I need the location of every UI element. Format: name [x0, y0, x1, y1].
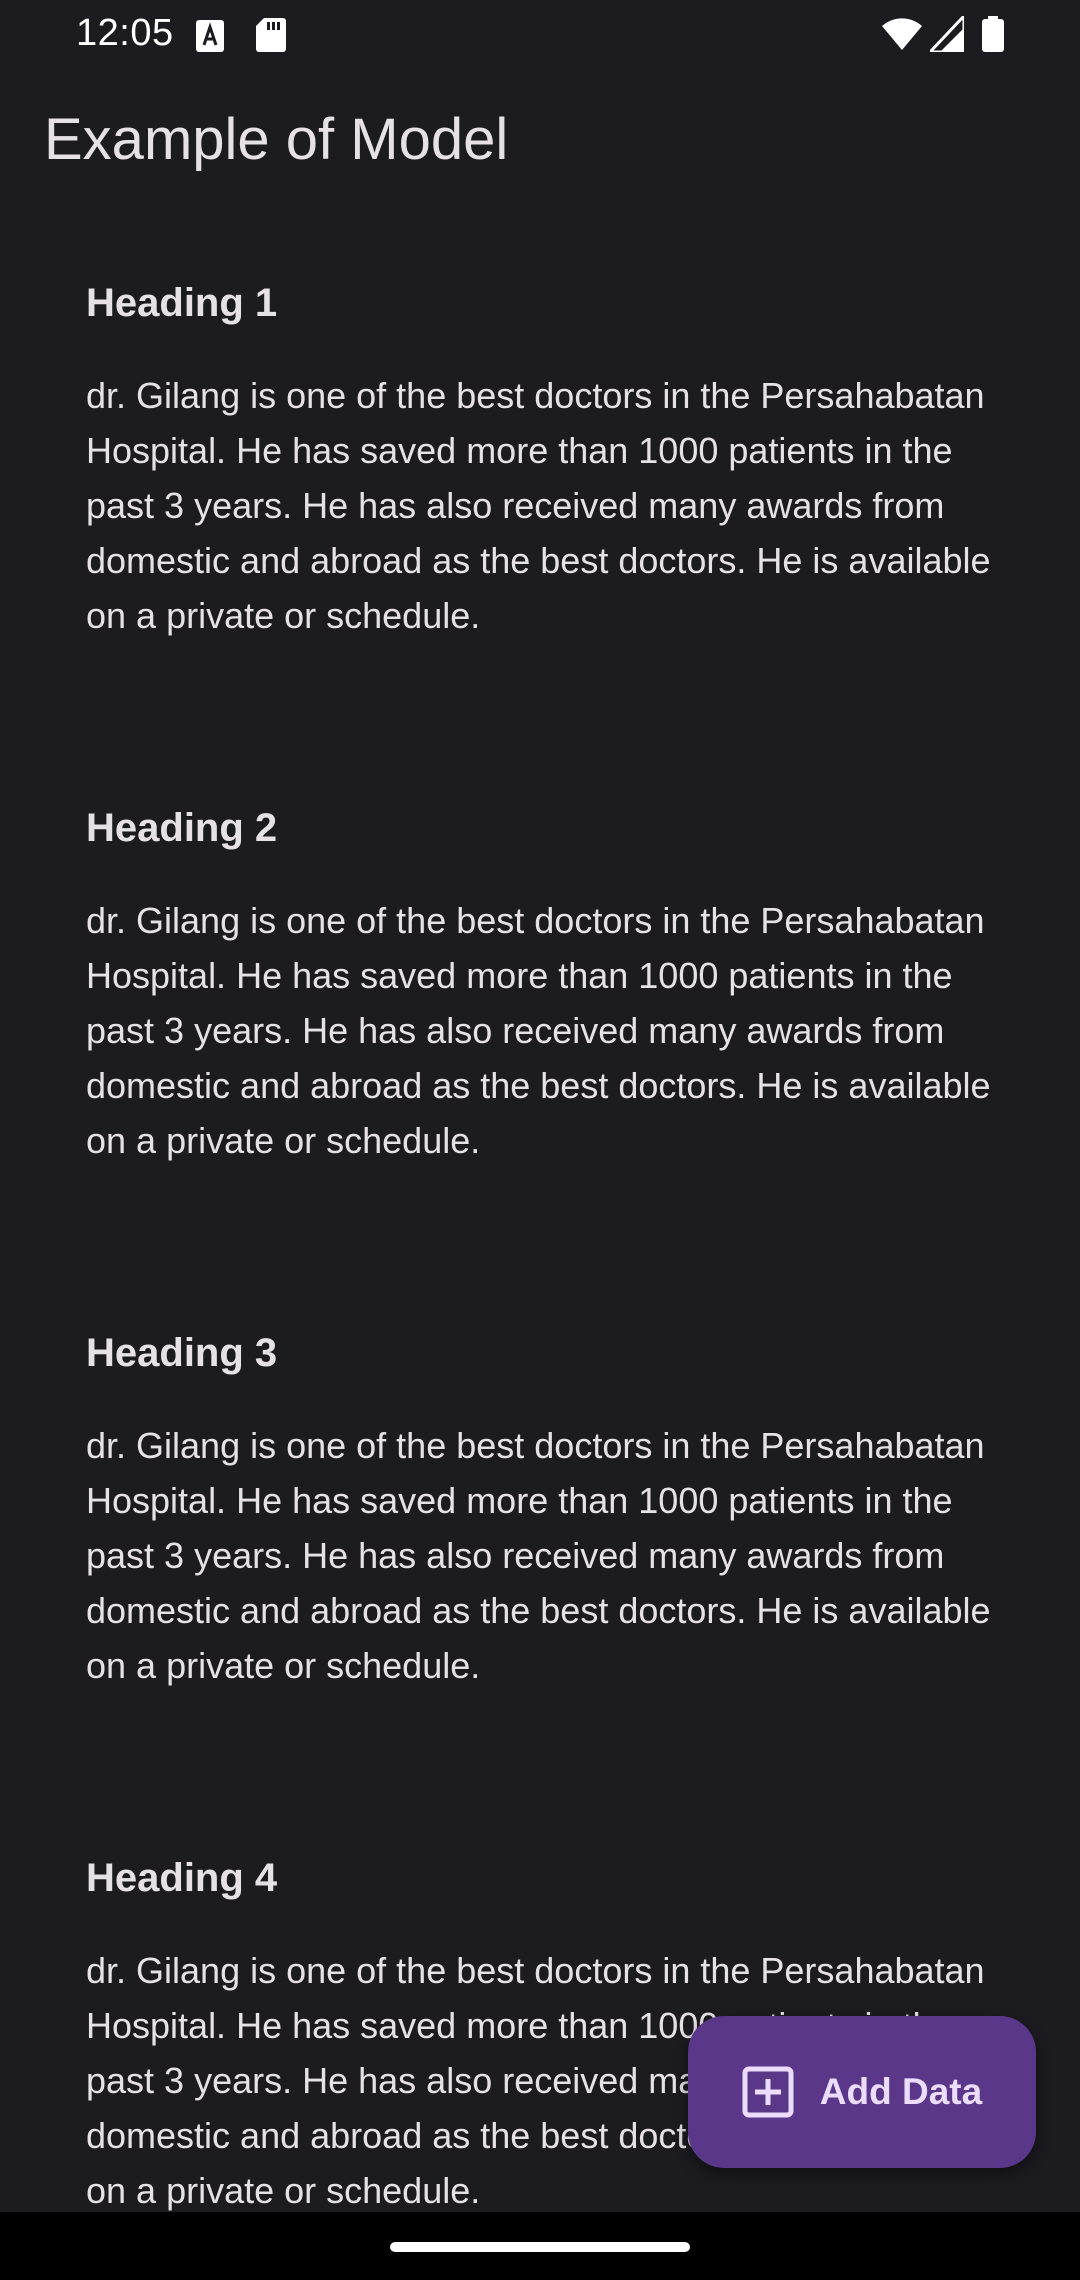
wifi-icon — [882, 18, 922, 50]
add-data-label: Add Data — [819, 2071, 983, 2112]
add-box-icon — [742, 2066, 794, 2118]
list-item[interactable]: Heading 2 dr. Gilang is one of the best … — [86, 803, 1006, 1168]
item-heading: Heading 1 — [86, 281, 278, 325]
battery-icon — [982, 16, 1004, 52]
page-title: Example of Model — [44, 107, 509, 172]
font-a-icon — [196, 20, 224, 52]
list-item[interactable]: Heading 3 dr. Gilang is one of the best … — [86, 1328, 1006, 1693]
status-bar: 12:05 — [0, 0, 1080, 72]
status-time: 12:05 — [76, 12, 174, 54]
item-body: dr. Gilang is one of the best doctors in… — [86, 1425, 991, 1686]
item-body: dr. Gilang is one of the best doctors in… — [86, 375, 991, 636]
item-heading: Heading 2 — [86, 806, 278, 850]
add-data-button[interactable]: Add Data — [688, 2016, 1036, 2168]
list-item[interactable]: Heading 1 dr. Gilang is one of the best … — [86, 278, 1006, 643]
item-body: dr. Gilang is one of the best doctors in… — [86, 900, 991, 1161]
item-heading: Heading 4 — [86, 1856, 278, 1900]
item-heading: Heading 3 — [86, 1331, 278, 1375]
home-gesture-handle[interactable] — [390, 2242, 690, 2252]
app-screen: 12:05 Example of Model Heading 1 dr. Gil… — [0, 0, 1080, 2280]
navigation-bar — [0, 2212, 1080, 2280]
cell-signal-icon — [930, 16, 964, 52]
item-list[interactable]: Heading 1 dr. Gilang is one of the best … — [0, 240, 1080, 2212]
sd-card-icon — [256, 18, 286, 52]
